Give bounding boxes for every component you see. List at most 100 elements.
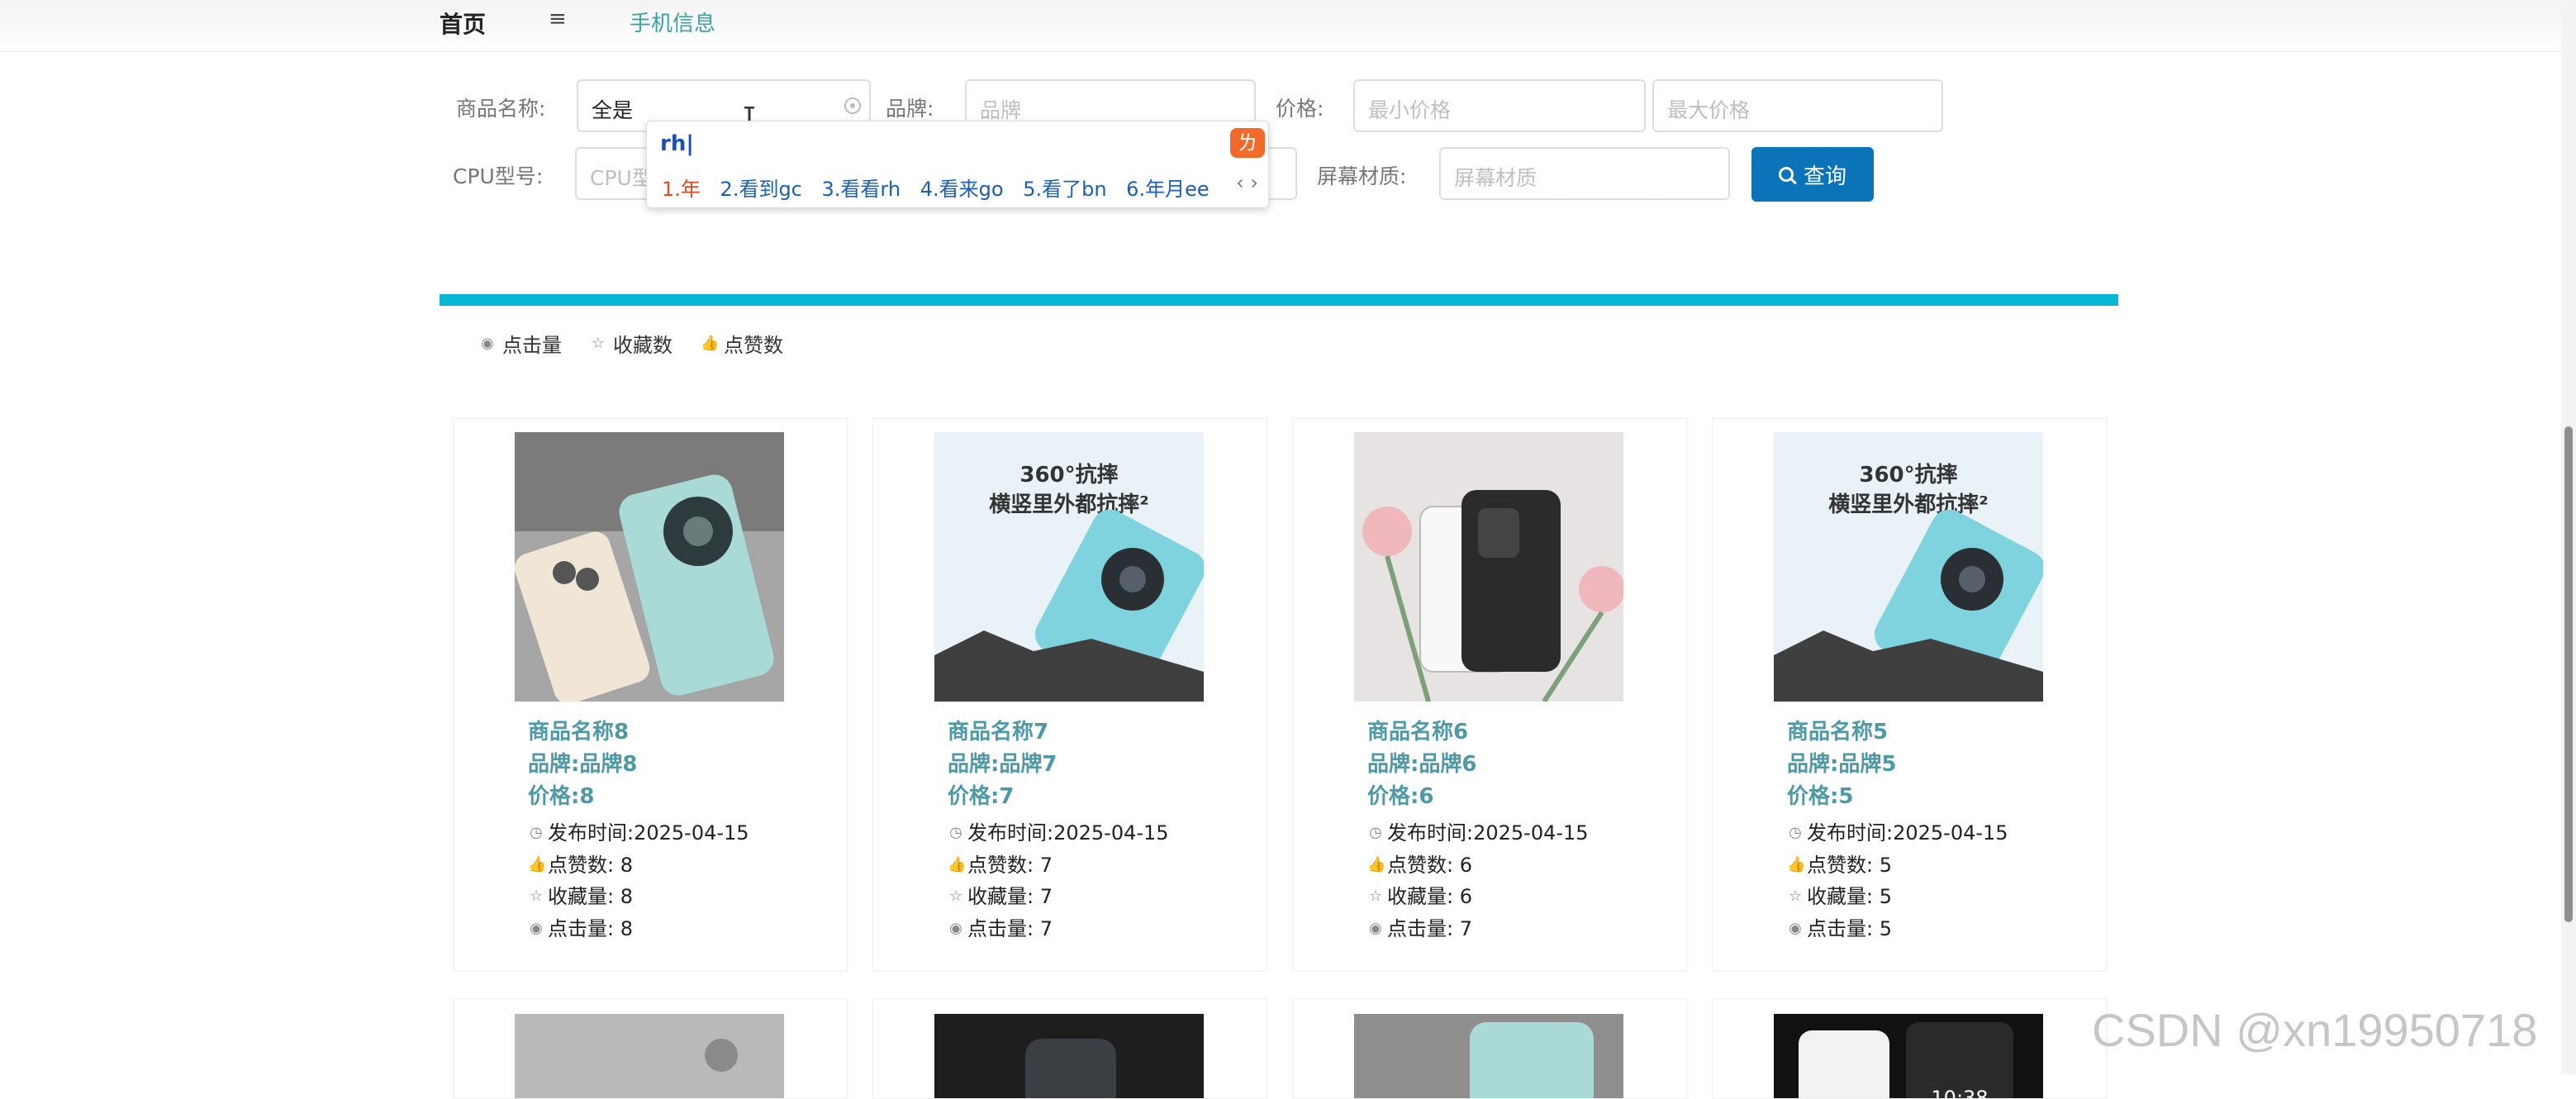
star-icon: ☆ — [1368, 887, 1383, 906]
product-card[interactable] — [453, 998, 848, 1099]
product-name[interactable]: 商品名称5 — [1787, 716, 1897, 749]
product-card[interactable]: 360°抗摔 横竖里外都抗摔² 商品名称7 品牌:品牌7 价格:7 ◷ 发布时间:… — [872, 418, 1267, 972]
product-image[interactable]: 360°抗摔 横竖里外都抗摔² — [934, 432, 1204, 702]
query-button[interactable]: 查询 — [1751, 147, 1874, 202]
section-divider — [440, 294, 2118, 306]
screen-material-input[interactable]: 屏幕材质 — [1439, 147, 1730, 200]
product-image[interactable] — [515, 1014, 784, 1098]
clock-icon: ◷ — [949, 824, 962, 842]
ime-candidate[interactable]: 4.看来go — [920, 178, 1004, 201]
sort-bar: ◉ 点击量 ☆ 收藏数 👍 点赞数 — [479, 329, 783, 358]
favorite-count: 收藏量: 7 — [967, 885, 1053, 908]
product-brand: 品牌:品牌5 — [1787, 752, 1897, 777]
ad-text-line1: 360°抗摔 — [1019, 462, 1118, 488]
click-count: 点击量: 8 — [548, 916, 633, 940]
product-brand: 品牌:品牌7 — [948, 752, 1057, 777]
watermark: CSDN @xn19950718 — [2092, 1004, 2538, 1056]
product-image[interactable] — [1354, 1014, 1623, 1098]
brand-label: 品牌: — [886, 97, 934, 121]
search-icon — [1778, 167, 1794, 182]
clock-icon: ◷ — [1789, 824, 1802, 842]
publish-date: 发布时间:2025-04-15 — [1387, 821, 1589, 844]
max-price-input[interactable]: 最大价格 — [1652, 79, 1943, 132]
star-icon: ☆ — [591, 334, 606, 352]
ime-candidate-list: 1.年 2.看到gc 3.看看rh 4.看来go 5.看了bn 6.年月ee — [662, 173, 1223, 202]
eye-icon: ◉ — [949, 919, 962, 937]
thumbs-up-icon: 👍 — [1787, 855, 1806, 873]
sort-by-clicks[interactable]: ◉ 点击量 — [479, 329, 562, 358]
publish-date: 发布时间:2025-04-15 — [1807, 821, 2008, 844]
clock-display: 10:38 — [1931, 1087, 1988, 1099]
scrollbar-thumb[interactable] — [2564, 426, 2573, 922]
cpu-label: CPU型号: — [453, 164, 544, 188]
ad-text-line1: 360°抗摔 — [1859, 462, 1957, 488]
eye-icon: ◉ — [1789, 919, 1802, 937]
product-card[interactable] — [1292, 998, 1687, 1099]
clear-icon[interactable] — [844, 98, 861, 114]
ime-candidate[interactable]: 6.年月ee — [1126, 178, 1209, 201]
star-icon: ☆ — [948, 887, 963, 906]
click-count: 点击量: 7 — [1387, 916, 1472, 940]
favorite-count: 收藏量: 6 — [1387, 885, 1472, 908]
product-card[interactable]: 商品名称8 品牌:品牌8 价格:8 ◷ 发布时间:2025-04-15 👍 点赞数:… — [453, 418, 848, 972]
eye-icon: ◉ — [1369, 919, 1382, 937]
product-meta: ◷ 发布时间:2025-04-15 👍 点赞数: 5 ☆ 收藏量: 5 ◉ 点击量: 5 — [1787, 817, 2008, 944]
product-name[interactable]: 商品名称7 — [948, 716, 1057, 749]
star-icon: ☆ — [529, 887, 544, 906]
product-brand: 品牌:品牌8 — [528, 752, 638, 777]
like-count: 点赞数: 5 — [1807, 853, 1892, 877]
ime-candidate[interactable]: 1.年 — [662, 178, 701, 201]
product-brand: 品牌:品牌6 — [1367, 752, 1477, 777]
price-label: 价格: — [1276, 97, 1324, 121]
top-nav-bar: 首页 ≡ 手机信息 — [0, 0, 2561, 52]
thumbs-up-icon: 👍 — [701, 334, 720, 352]
product-card[interactable]: 10:38 — [1712, 998, 2107, 1099]
publish-date: 发布时间:2025-04-15 — [548, 821, 749, 844]
product-image[interactable]: 10:38 — [1774, 1014, 2043, 1099]
nav-home[interactable]: 首页 — [440, 7, 486, 40]
sort-by-favorites[interactable]: ☆ 收藏数 — [590, 329, 673, 358]
thumbs-up-icon: 👍 — [948, 855, 967, 873]
clock-icon: ◷ — [1369, 824, 1382, 842]
ime-candidate-popup: rh| ㄌ 1.年 2.看到gc 3.看看rh 4.看来go 5.看了bn 6.… — [646, 121, 1269, 208]
eye-icon: ◉ — [481, 334, 494, 352]
product-name[interactable]: 商品名称6 — [1367, 716, 1477, 749]
like-count: 点赞数: 7 — [967, 853, 1053, 877]
product-meta: ◷ 发布时间:2025-04-15 👍 点赞数: 7 ☆ 收藏量: 7 ◉ 点击量: 7 — [948, 817, 1169, 944]
click-count: 点击量: 7 — [967, 916, 1053, 940]
product-card[interactable] — [872, 998, 1267, 1099]
screen-material-label: 屏幕材质: — [1317, 164, 1407, 188]
thumbs-up-icon: 👍 — [1367, 855, 1386, 873]
product-title-block: 商品名称6 品牌:品牌6 价格:6 — [1367, 716, 1477, 813]
min-price-input[interactable]: 最小价格 — [1353, 79, 1646, 132]
product-card[interactable]: 360°抗摔 横竖里外都抗摔² 商品名称5 品牌:品牌5 价格:5 ◷ 发布时间:… — [1712, 418, 2107, 972]
clock-icon: ◷ — [530, 824, 543, 842]
product-meta: ◷ 发布时间:2025-04-15 👍 点赞数: 6 ☆ 收藏量: 6 ◉ 点击量: 7 — [1367, 817, 1589, 944]
ime-candidate[interactable]: 3.看看rh — [822, 178, 901, 201]
product-meta: ◷ 发布时间:2025-04-15 👍 点赞数: 8 ☆ 收藏量: 8 ◉ 点击量: 8 — [528, 817, 749, 944]
product-title-block: 商品名称7 品牌:品牌7 价格:7 — [948, 716, 1057, 813]
nav-phone-info[interactable]: 手机信息 — [630, 7, 715, 37]
ime-logo-icon[interactable]: ㄌ — [1230, 128, 1265, 158]
eye-icon: ◉ — [530, 919, 543, 937]
product-image[interactable]: 360°抗摔 横竖里外都抗摔² — [1774, 432, 2043, 702]
ime-composition: rh| — [660, 131, 694, 156]
sort-by-likes[interactable]: 👍 点赞数 — [701, 329, 783, 358]
ad-text-line2: 横竖里外都抗摔² — [1828, 492, 1988, 517]
click-count: 点击量: 5 — [1807, 916, 1892, 940]
ime-page-nav-icon[interactable]: ‹ › — [1236, 171, 1258, 194]
menu-toggle-icon[interactable]: ≡ — [549, 7, 567, 31]
product-image[interactable] — [934, 1014, 1204, 1098]
product-card[interactable]: 商品名称6 品牌:品牌6 价格:6 ◷ 发布时间:2025-04-15 👍 点赞数:… — [1292, 418, 1687, 972]
product-name[interactable]: 商品名称8 — [528, 716, 638, 749]
product-image[interactable] — [1354, 432, 1623, 702]
product-image[interactable] — [515, 432, 784, 702]
ime-candidate[interactable]: 5.看了bn — [1023, 178, 1106, 201]
product-name-label: 商品名称: — [456, 97, 546, 121]
thumbs-up-icon: 👍 — [528, 855, 547, 873]
star-icon: ☆ — [1788, 887, 1803, 906]
publish-date: 发布时间:2025-04-15 — [967, 821, 1169, 844]
product-title-block: 商品名称5 品牌:品牌5 价格:5 — [1787, 716, 1897, 813]
ime-candidate[interactable]: 2.看到gc — [720, 178, 802, 201]
product-title-block: 商品名称8 品牌:品牌8 价格:8 — [528, 716, 638, 813]
